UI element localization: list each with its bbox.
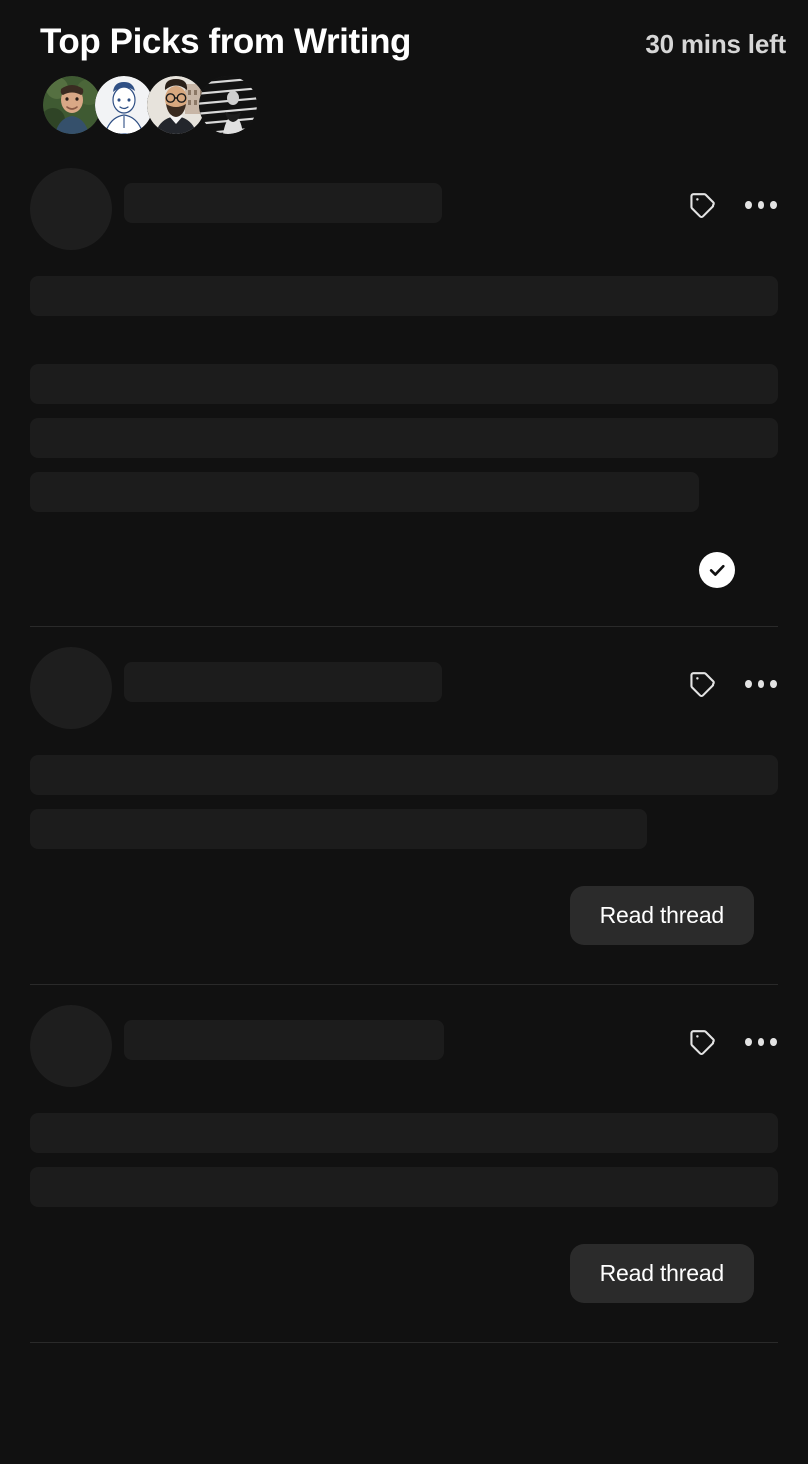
page-title: Top Picks from Writing: [40, 22, 412, 61]
content-line-placeholder: [30, 364, 778, 405]
thread-card: [0, 168, 808, 589]
thread-card-actions: [688, 669, 778, 699]
avatar-placeholder: [30, 1005, 112, 1088]
time-remaining-label: 30 mins left: [645, 29, 786, 59]
content-line-placeholder: [30, 755, 778, 796]
page-header: Top Picks from Writing 30 mins left: [0, 0, 808, 135]
thread-card: Read thread: [0, 1005, 808, 1304]
header-title-row: Top Picks from Writing 30 mins left: [40, 22, 788, 62]
content-line-placeholder: [30, 1113, 778, 1154]
mark-as-read-button[interactable]: [699, 552, 735, 589]
card-divider: [30, 626, 778, 628]
more-options-icon[interactable]: [744, 1038, 778, 1047]
tag-icon[interactable]: [688, 190, 718, 220]
avatar-placeholder: [30, 168, 112, 251]
thread-card-actions: [688, 1027, 778, 1057]
author-name-placeholder: [124, 183, 442, 224]
read-thread-button[interactable]: Read thread: [569, 886, 754, 946]
read-thread-button[interactable]: Read thread: [569, 1244, 754, 1304]
thread-card-body: [30, 733, 778, 850]
thread-card-footer: [30, 552, 778, 589]
avatar[interactable]: [43, 76, 101, 135]
avatar[interactable]: [95, 76, 153, 135]
thread-card-body: [30, 1091, 778, 1208]
thread-card-body: [30, 254, 778, 513]
content-line-placeholder: [30, 472, 700, 513]
thread-card-header: [30, 1005, 778, 1091]
thread-feed: Read thread Read thread: [0, 168, 808, 1344]
app-root: Top Picks from Writing 30 mins left Read…: [0, 0, 808, 1464]
author-name-placeholder: [124, 662, 442, 703]
avatar-placeholder: [30, 647, 112, 730]
more-options-icon[interactable]: [744, 680, 778, 689]
avatar[interactable]: [147, 76, 205, 135]
thread-card-header: [30, 647, 778, 733]
tag-icon[interactable]: [688, 669, 718, 699]
card-divider: [30, 984, 778, 986]
content-line-placeholder: [30, 276, 778, 317]
content-line-placeholder: [30, 418, 778, 459]
content-line-placeholder: [30, 1167, 778, 1208]
thread-card: Read thread: [0, 647, 808, 946]
content-line-placeholder: [30, 809, 648, 850]
more-options-icon[interactable]: [744, 201, 778, 210]
thread-card-actions: [688, 190, 778, 220]
thread-card-footer: Read thread: [30, 886, 778, 946]
thread-card-footer: Read thread: [30, 1244, 778, 1304]
author-name-placeholder: [124, 1020, 444, 1061]
avatar[interactable]: [199, 76, 257, 135]
thread-card-header: [30, 168, 778, 254]
avatar-stack: [40, 76, 788, 135]
card-divider: [30, 1342, 778, 1344]
tag-icon[interactable]: [688, 1027, 718, 1057]
